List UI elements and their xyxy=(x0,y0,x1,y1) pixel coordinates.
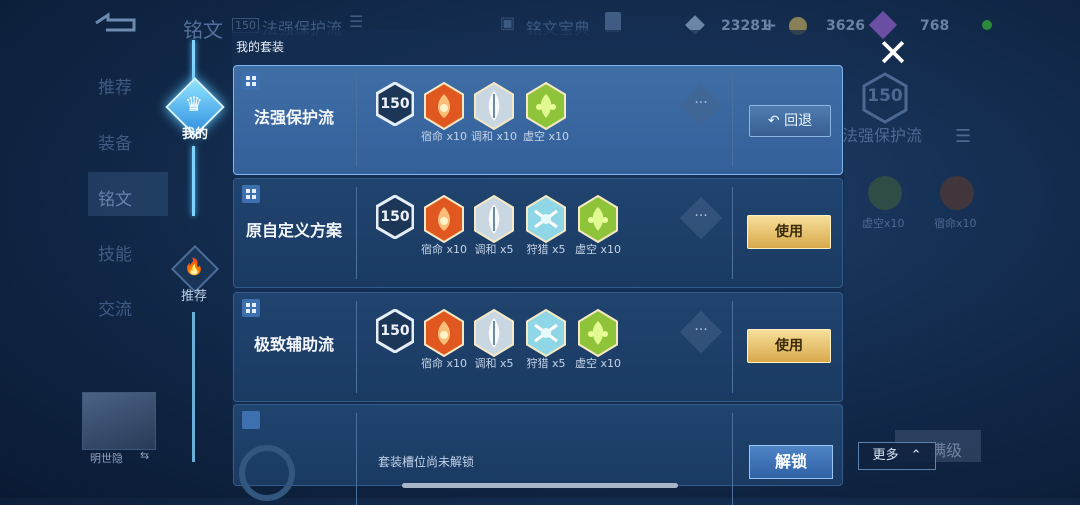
rune-hunt-icon xyxy=(526,194,566,244)
more-options-icon[interactable]: ··· xyxy=(679,196,723,240)
rune-harmony-icon xyxy=(474,81,514,131)
card-divider xyxy=(356,301,357,393)
panel-title: 我的套装 xyxy=(236,40,285,54)
level-badge: 150 xyxy=(375,194,415,240)
bg-nav-recommend: 推荐 xyxy=(98,78,132,98)
preview-rune-fate-label: 宿命x10 xyxy=(934,217,977,230)
undo-icon: ↶ xyxy=(767,113,780,129)
grid-icon xyxy=(242,299,260,317)
list-icon[interactable]: ☰ xyxy=(349,12,363,31)
rune-harmony-icon xyxy=(474,194,514,244)
rune-void-icon xyxy=(578,194,618,244)
home-indicator[interactable] xyxy=(402,483,678,488)
use-button[interactable]: 使用 xyxy=(747,215,831,249)
grid-icon xyxy=(242,72,260,90)
set-name: 极致辅助流 xyxy=(253,335,334,354)
undo-button[interactable]: ↶ 回退 xyxy=(749,105,831,137)
set-name: 法强保护流 xyxy=(253,108,334,127)
more-button[interactable]: 更多 ⌃ xyxy=(858,442,936,470)
set-card[interactable]: 法强保护流 150 宿命 x10 调和 x10 虚空 x10 ··· ↶ 回退 xyxy=(233,65,843,175)
nav-line-bottom xyxy=(192,312,195,462)
set-name: 原自定义方案 xyxy=(245,221,342,240)
gem-count: 768 xyxy=(920,18,950,34)
chevron-up-icon: ⌃ xyxy=(910,448,922,463)
rune-label: 虚空 x10 xyxy=(574,243,621,256)
rune-label: 调和 x5 xyxy=(474,357,514,370)
preview-menu-icon[interactable]: ☰ xyxy=(955,126,971,147)
grid-icon xyxy=(242,185,260,203)
more-options-icon[interactable]: ··· xyxy=(679,310,723,354)
card-divider xyxy=(356,187,357,279)
hero-avatar[interactable] xyxy=(82,392,156,450)
rune-void-icon xyxy=(578,308,618,358)
preview-rune-void-icon xyxy=(868,176,902,210)
undo-label: 回退 xyxy=(784,113,813,129)
rune-fate-icon xyxy=(424,81,464,131)
close-button[interactable]: ✕ xyxy=(872,32,914,74)
rune-label: 虚空 x10 xyxy=(574,357,621,370)
bg-nav-skills: 技能 xyxy=(98,245,132,265)
more-label: 更多 xyxy=(872,448,899,463)
rune-label: 调和 x5 xyxy=(474,243,514,256)
cards-icon xyxy=(605,12,621,32)
card-divider xyxy=(732,187,733,279)
rune-label: 虚空 x10 xyxy=(522,130,569,143)
locked-slot-text: 套装槽位尚未解锁 xyxy=(378,455,475,469)
back-icon[interactable] xyxy=(94,12,138,34)
hero-name: 明世隐 xyxy=(90,452,123,465)
bg-nav-equipment: 装备 xyxy=(98,134,132,154)
rune-harmony-icon xyxy=(474,308,514,358)
bg-nav-runes: 铭文 xyxy=(98,190,132,210)
grid-icon xyxy=(242,411,260,429)
swap-hero-icon[interactable]: ⇆ xyxy=(140,449,149,462)
nav-recommend-label: 推荐 xyxy=(180,289,207,304)
lock-ring-icon xyxy=(239,445,295,501)
preview-rune-fate-icon xyxy=(940,176,974,210)
card-divider xyxy=(732,74,733,166)
nav-line-middle xyxy=(192,146,195,216)
use-button[interactable]: 使用 xyxy=(747,329,831,363)
rune-label: 狩猎 x5 xyxy=(526,357,566,370)
level-value: 150 xyxy=(380,209,410,225)
unlock-button[interactable]: 解锁 xyxy=(749,445,833,479)
preview-rune-void-label: 虚空x10 xyxy=(862,217,905,230)
card-divider xyxy=(356,413,357,505)
rune-fate-icon xyxy=(424,308,464,358)
level-value: 150 xyxy=(380,96,410,112)
mask-icon: ♛ xyxy=(185,92,203,116)
preview-level: 150 xyxy=(867,86,903,106)
rune-label: 狩猎 x5 xyxy=(526,243,566,256)
wifi-icon xyxy=(982,20,992,30)
bg-nav-social: 交流 xyxy=(98,300,132,320)
flame-icon: 🔥 xyxy=(184,257,204,276)
set-card[interactable]: 原自定义方案 150 宿命 x10 调和 x5 狩猎 x5 虚空 x10 ··· … xyxy=(233,178,843,288)
rune-fate-icon xyxy=(424,194,464,244)
card-divider xyxy=(732,301,733,393)
rune-void-icon xyxy=(526,81,566,131)
set-card[interactable]: 极致辅助流 150 宿命 x10 调和 x5 狩猎 x5 虚空 x10 ··· 使… xyxy=(233,292,843,402)
rune-label: 调和 x10 xyxy=(470,130,517,143)
page-title: 铭文 xyxy=(183,18,223,42)
level-value: 150 xyxy=(380,323,410,339)
preview-set-name: 法强保护流 xyxy=(842,126,923,145)
nav-mine-label: 我的 xyxy=(181,127,208,142)
rune-hunt-icon xyxy=(526,308,566,358)
card-divider xyxy=(732,413,733,505)
card-divider xyxy=(356,74,357,166)
more-options-icon[interactable]: ··· xyxy=(679,83,723,127)
level-badge: 150 xyxy=(375,308,415,354)
level-badge: 150 xyxy=(375,81,415,127)
